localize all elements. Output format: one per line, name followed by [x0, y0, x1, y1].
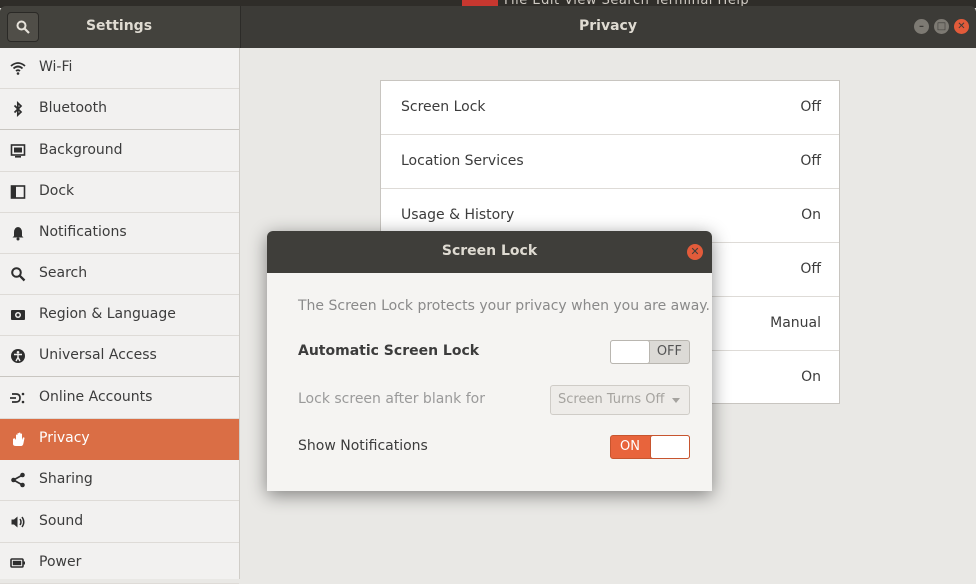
dock-icon [10, 184, 26, 200]
sidebar-item-label: Universal Access [39, 347, 157, 363]
sidebar-item-dock[interactable]: Dock [0, 172, 239, 213]
row-value: Off [800, 153, 821, 169]
minimize-button[interactable]: – [914, 19, 929, 34]
sidebar-item-wifi[interactable]: Wi-Fi [0, 48, 239, 89]
sidebar-item-universal-access[interactable]: Universal Access [0, 336, 239, 377]
search-icon [16, 20, 30, 34]
sidebar-item-label: Region & Language [39, 306, 176, 322]
panel-title: Privacy [579, 18, 637, 34]
headerbar-left: Settings [0, 6, 240, 48]
sidebar-item-bluetooth[interactable]: Bluetooth [0, 89, 239, 130]
screen-lock-dialog: Screen Lock ✕ The Screen Lock protects y… [267, 231, 712, 491]
sidebar-item-label: Bluetooth [39, 100, 107, 116]
sidebar-item-power[interactable]: Power [0, 543, 239, 584]
share-icon [10, 472, 26, 488]
switch-knob [650, 435, 690, 459]
sidebar-item-online-accounts[interactable]: Online Accounts [0, 378, 239, 419]
row-label: Location Services [401, 153, 524, 169]
online-accounts-icon [10, 390, 26, 406]
sidebar-item-label: Wi-Fi [39, 59, 73, 75]
automatic-screen-lock-switch[interactable]: OFF [610, 340, 690, 364]
bell-icon [10, 225, 26, 241]
switch-state: OFF [656, 344, 682, 359]
automatic-screen-lock-label: Automatic Screen Lock [298, 343, 480, 359]
chevron-down-icon [672, 398, 680, 403]
hand-icon [10, 431, 26, 447]
sidebar-item-background[interactable]: Background [0, 131, 239, 172]
row-value: On [801, 207, 821, 223]
maximize-button[interactable]: □ [934, 19, 949, 34]
search-icon [10, 266, 26, 282]
dialog-header: Screen Lock ✕ [267, 231, 712, 273]
background-icon [10, 143, 26, 159]
sidebar: Wi-Fi Bluetooth Background Dock Notifica… [0, 48, 240, 584]
show-notifications-switch[interactable]: ON [610, 435, 690, 459]
sidebar-item-sharing[interactable]: Sharing [0, 460, 239, 501]
dropdown-value: Screen Turns Off [558, 392, 665, 407]
lock-after-label: Lock screen after blank for [298, 391, 485, 407]
app-title: Settings [85, 18, 153, 34]
lock-after-dropdown[interactable]: Screen Turns Off [550, 385, 690, 415]
sidebar-item-notifications[interactable]: Notifications [0, 213, 239, 254]
sidebar-item-region-language[interactable]: Region & Language [0, 295, 239, 336]
sidebar-item-label: Background [39, 142, 123, 158]
wifi-icon [10, 60, 26, 76]
speaker-icon [10, 514, 26, 530]
sidebar-item-label: Sound [39, 513, 84, 529]
search-button[interactable] [7, 12, 39, 42]
sidebar-item-label: Search [39, 265, 88, 281]
sidebar-item-label: Online Accounts [39, 389, 153, 405]
row-label: Usage & History [401, 207, 515, 223]
dialog-title: Screen Lock [441, 243, 538, 259]
dialog-close-button[interactable]: ✕ [687, 244, 703, 260]
close-button[interactable]: ✕ [954, 19, 969, 34]
sidebar-item-label: Notifications [39, 224, 127, 240]
privacy-row-location-services[interactable]: Location Services Off [381, 135, 839, 189]
switch-knob [610, 340, 650, 364]
sidebar-item-sound[interactable]: Sound [0, 502, 239, 543]
region-icon [10, 307, 26, 323]
row-label: Screen Lock [401, 99, 486, 115]
sidebar-item-privacy[interactable]: Privacy [0, 419, 239, 460]
accessibility-icon [10, 348, 26, 364]
power-icon [10, 555, 26, 571]
switch-state: ON [620, 439, 640, 454]
sidebar-item-label: Privacy [39, 430, 90, 446]
dialog-description: The Screen Lock protects your privacy wh… [298, 298, 711, 314]
sidebar-item-search[interactable]: Search [0, 254, 239, 295]
headerbar: Settings Privacy – □ ✕ [0, 6, 976, 48]
sidebar-item-label: Dock [39, 183, 75, 199]
bluetooth-icon [10, 101, 26, 117]
row-value: On [801, 369, 821, 385]
row-value: Off [800, 261, 821, 277]
show-notifications-label: Show Notifications [298, 438, 428, 454]
row-value: Manual [770, 315, 821, 331]
privacy-row-screen-lock[interactable]: Screen Lock Off [381, 81, 839, 135]
sidebar-item-label: Power [39, 554, 82, 570]
sidebar-item-label: Sharing [39, 471, 93, 487]
row-value: Off [800, 99, 821, 115]
